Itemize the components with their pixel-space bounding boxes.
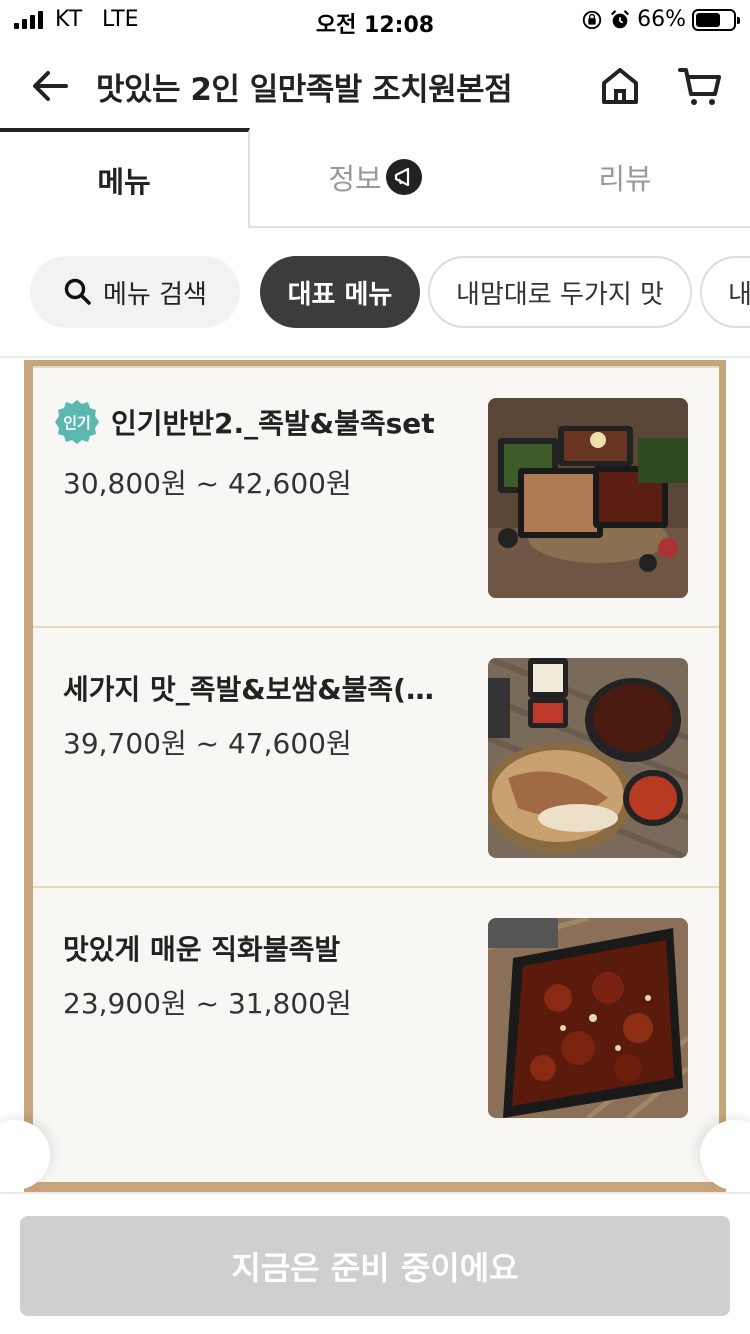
svg-text:인기: 인기 bbox=[63, 414, 91, 432]
status-bar: KT LTE 오전 12:08 66% bbox=[0, 0, 750, 42]
tab-info-label: 정보 bbox=[328, 162, 382, 196]
menu-item[interactable]: 인기 인기반반2._족발&불족set 30,800원 ~ 42,600원 bbox=[33, 368, 719, 628]
menu-search-label: 메뉴 검색 bbox=[103, 279, 207, 310]
tab-info[interactable]: 정보 bbox=[250, 128, 500, 226]
chip-next-category[interactable]: 내 bbox=[700, 256, 750, 328]
menu-item-name: 맛있게 매운 직화불족발 bbox=[63, 933, 341, 966]
menu-item-price: 39,700원 ~ 47,600원 bbox=[63, 727, 352, 760]
status-icons: 66% bbox=[581, 7, 740, 32]
menu-item-price: 30,800원 ~ 42,600원 bbox=[63, 467, 352, 500]
menu-item[interactable]: 세가지 맛_족발&보쌈&불족(… 39,700원 ~ 47,600원 bbox=[33, 628, 719, 888]
menu-item-photo bbox=[488, 398, 688, 598]
chip-representative-menu[interactable]: 대표 메뉴 bbox=[260, 256, 420, 328]
tab-review-label: 리뷰 bbox=[598, 162, 652, 196]
cart-icon[interactable] bbox=[676, 62, 724, 110]
arrow-left-icon[interactable] bbox=[26, 62, 74, 110]
search-icon bbox=[64, 278, 91, 305]
menu-list: 인기 인기반반2._족발&불족set 30,800원 ~ 42,600원 세가지… bbox=[33, 368, 719, 1182]
menu-board-edge bbox=[90, 1182, 660, 1192]
tab-review[interactable]: 리뷰 bbox=[500, 128, 750, 226]
menu-search-button[interactable]: 메뉴 검색 bbox=[30, 256, 240, 328]
tab-menu-label: 메뉴 bbox=[97, 165, 151, 199]
menu-item[interactable]: 맛있게 매운 직화불족발 23,900원 ~ 31,800원 bbox=[33, 888, 719, 1148]
popular-badge: 인기 bbox=[53, 398, 101, 446]
menu-item-title-row: 맛있게 매운 직화불족발 bbox=[63, 928, 483, 968]
tab-bar: 메뉴 정보 리뷰 bbox=[0, 128, 750, 228]
menu-item-price: 23,900원 ~ 31,800원 bbox=[63, 987, 352, 1020]
menu-item-name: 인기반반2._족발&불족set bbox=[111, 407, 435, 440]
megaphone-icon bbox=[385, 159, 422, 195]
divider bbox=[0, 356, 750, 358]
menu-item-photo bbox=[488, 658, 688, 858]
category-chips: 메뉴 검색 대표 메뉴 내맘대로 두가지 맛 내 bbox=[0, 256, 750, 330]
tab-menu[interactable]: 메뉴 bbox=[0, 128, 250, 228]
store-title: 맛있는 2인 일만족발 조치원본점 bbox=[96, 72, 513, 108]
menu-item-title-row: 세가지 맛_족발&보쌈&불족(… bbox=[63, 668, 483, 708]
menu-item-name: 세가지 맛_족발&보쌈&불족(… bbox=[63, 673, 434, 706]
home-icon[interactable] bbox=[596, 62, 644, 110]
battery-icon bbox=[692, 8, 740, 31]
menu-item-photo bbox=[488, 918, 688, 1118]
battery-percent: 66% bbox=[637, 7, 686, 32]
app-header: 맛있는 2인 일만족발 조치원본점 bbox=[0, 42, 750, 128]
preparing-button[interactable]: 지금은 준비 중이에요 bbox=[20, 1216, 730, 1316]
footer: 지금은 준비 중이에요 bbox=[0, 1192, 750, 1334]
menu-item-title-row: 인기 인기반반2._족발&불족set bbox=[53, 398, 473, 446]
chip-two-flavors[interactable]: 내맘대로 두가지 맛 bbox=[428, 256, 692, 328]
alarm-icon bbox=[611, 9, 630, 28]
rotation-lock-icon bbox=[582, 10, 602, 29]
